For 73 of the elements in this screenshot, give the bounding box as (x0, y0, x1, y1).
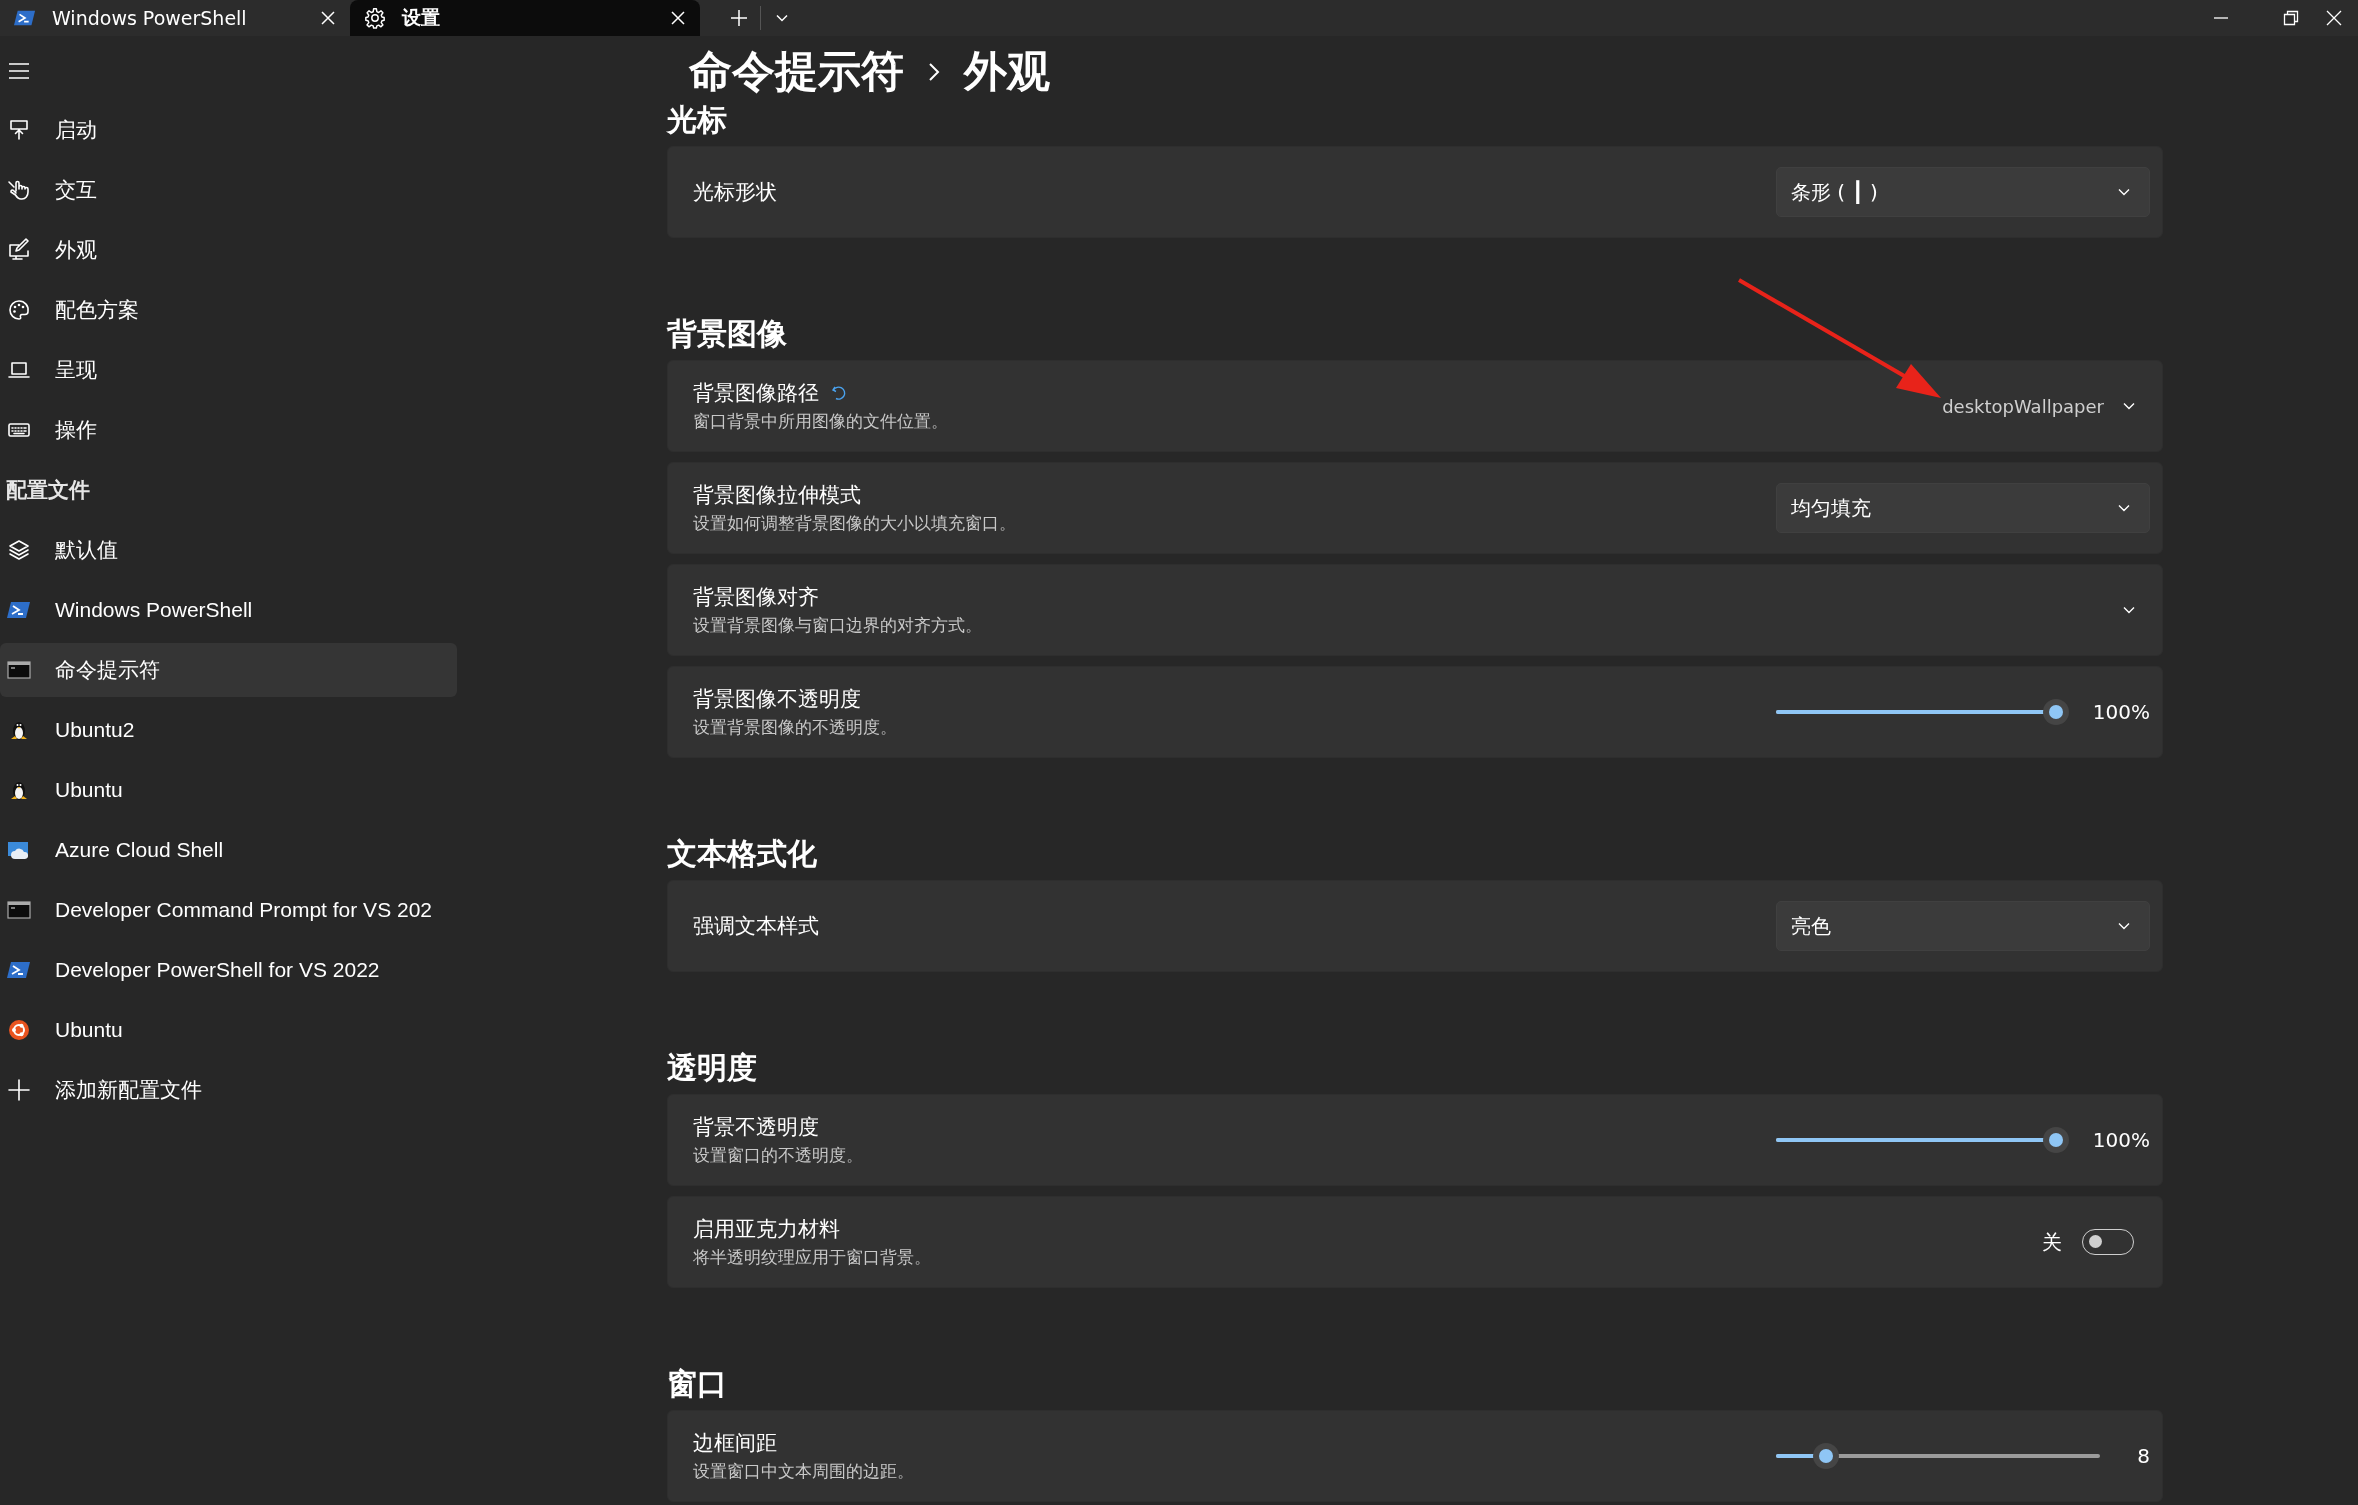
setting-label: 背景不透明度 (693, 1114, 819, 1141)
close-icon[interactable] (320, 10, 336, 26)
slider-track[interactable] (1776, 699, 2069, 725)
close-icon[interactable] (2326, 10, 2342, 26)
tab[interactable]: Windows PowerShell (0, 0, 350, 36)
sidebar-item[interactable]: Ubuntu (0, 763, 457, 817)
setting-label: 背景图像路径 (693, 380, 819, 407)
setting-label: 边框间距 (693, 1430, 777, 1457)
setting-label: 启用亚克力材料 (693, 1216, 840, 1243)
settings-icon (364, 7, 386, 29)
setting-label: 光标形状 (693, 179, 777, 206)
hand-pointer-icon (7, 178, 31, 202)
slider-track[interactable] (1776, 1127, 2069, 1153)
setting-description: 窗口背景中所用图像的文件位置。 (693, 411, 949, 433)
dropdown[interactable]: 均匀填充 (1776, 483, 2150, 533)
sidebar-item[interactable]: 默认值 (0, 523, 457, 577)
slider-thumb[interactable] (2042, 699, 2069, 725)
setting-label: 强调文本样式 (693, 913, 819, 940)
sidebar-item[interactable]: Ubuntu2 (0, 703, 457, 757)
sidebar-item[interactable]: 启动 (0, 103, 457, 157)
sidebar-item[interactable]: 配色方案 (0, 283, 457, 337)
setting-label: 背景图像不透明度 (693, 686, 861, 713)
setting-description: 设置背景图像与窗口边界的对齐方式。 (693, 615, 983, 637)
terminal-icon (7, 898, 31, 922)
dropdown[interactable]: 亮色 (1776, 901, 2150, 951)
layers-icon (7, 538, 31, 562)
restore-icon[interactable] (2283, 10, 2299, 26)
sidebar-item[interactable]: Developer Command Prompt for VS 202 (0, 883, 457, 937)
sidebar-item[interactable]: Developer PowerShell for VS 2022 (0, 943, 457, 997)
sidebar-item[interactable]: Ubuntu (0, 1003, 457, 1057)
section-heading: 背景图像 (667, 316, 788, 352)
setting-label: 背景图像对齐 (693, 584, 819, 611)
slider-thumb[interactable] (2042, 1127, 2069, 1153)
breadcrumb-item: 外观 (964, 45, 1050, 98)
setting-label: 背景图像拉伸模式 (693, 482, 861, 509)
terminal-icon (7, 658, 31, 682)
menu-icon[interactable] (8, 62, 30, 80)
setting-description: 设置窗口中文本周围的边距。 (693, 1461, 915, 1483)
sidebar-item[interactable]: Windows PowerShell (0, 583, 457, 637)
sidebar-item[interactable]: 交互 (0, 163, 457, 217)
close-icon[interactable] (670, 10, 686, 26)
sidebar-item[interactable]: 命令提示符 (0, 643, 457, 697)
slider-value: 8 (2137, 1444, 2150, 1468)
slider-value: 100% (2092, 700, 2150, 724)
toggle-state: 关 (2042, 1228, 2062, 1256)
monitor-pen-icon (7, 238, 31, 262)
ubuntu-circle-icon (7, 1018, 31, 1042)
section-heading: 配置文件 (5, 477, 91, 503)
sidebar-item[interactable]: 外观 (0, 223, 457, 277)
setting-description: 设置背景图像的不透明度。 (693, 717, 898, 739)
dropdown[interactable]: 条形 ( ┃ ) (1776, 167, 2150, 217)
add-icon[interactable] (730, 9, 748, 27)
setting-description: 将半透明纹理应用于窗口背景。 (693, 1247, 932, 1269)
breadcrumb-item[interactable]: 命令提示符 (689, 43, 904, 101)
setting-description: 设置窗口的不透明度。 (693, 1145, 864, 1167)
sidebar-item[interactable]: 呈现 (0, 343, 457, 397)
reset-icon[interactable] (831, 385, 847, 401)
monitor-arrow-icon (7, 118, 31, 142)
path-value: desktopWallpaper (1942, 395, 2104, 417)
section-heading: 窗口 (667, 1366, 728, 1402)
add-icon (7, 1078, 31, 1102)
sidebar-item[interactable]: 操作 (0, 403, 457, 457)
chevron-right-icon (926, 61, 942, 83)
section-heading: 文本格式化 (667, 836, 818, 872)
section-heading: 光标 (667, 102, 728, 138)
setting-description: 设置如何调整背景图像的大小以填充窗口。 (693, 513, 1017, 535)
slider-value: 100% (2092, 1128, 2150, 1152)
sidebar-item[interactable]: Azure Cloud Shell (0, 823, 457, 877)
tab[interactable]: 设置 (350, 0, 700, 36)
palette-icon (7, 298, 31, 322)
slider-thumb[interactable] (1813, 1443, 1840, 1469)
sidebar-item[interactable]: 添加新配置文件 (0, 1063, 457, 1117)
section-heading: 透明度 (667, 1050, 758, 1086)
